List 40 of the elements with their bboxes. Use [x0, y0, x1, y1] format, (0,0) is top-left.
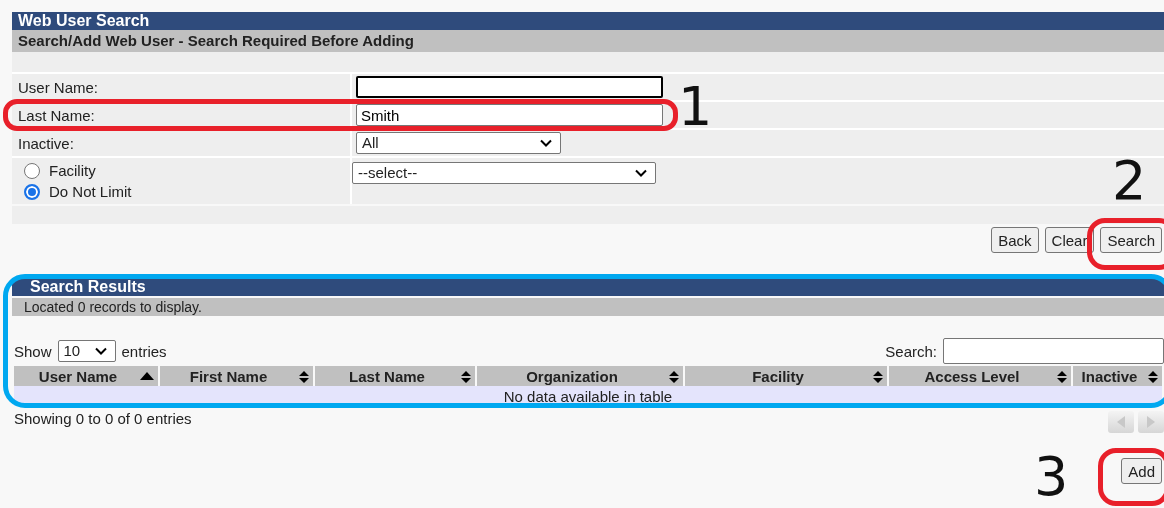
- chevron-icon: [635, 169, 647, 177]
- chevron-icon: [94, 347, 107, 355]
- text-field[interactable]: [356, 76, 663, 98]
- action-button[interactable]: Clear: [1044, 227, 1095, 253]
- column-header[interactable]: User Name: [14, 366, 158, 386]
- field-label: Last Name:: [18, 106, 95, 124]
- empty-table-message: No data available in table: [503, 387, 673, 405]
- show-label: Show: [14, 342, 52, 360]
- add-button[interactable]: Add: [1121, 458, 1162, 484]
- radio-label[interactable]: Facility: [49, 162, 96, 179]
- dropdown[interactable]: All: [356, 132, 561, 154]
- column-header[interactable]: Inactive: [1073, 366, 1162, 386]
- chevron-icon: [540, 139, 552, 147]
- field-label: Inactive:: [18, 134, 74, 152]
- column-header[interactable]: Access Level: [889, 366, 1071, 386]
- entries-label: entries: [121, 342, 167, 360]
- column-header[interactable]: Facility: [685, 366, 887, 386]
- radio-label[interactable]: Do Not Limit: [49, 183, 132, 200]
- action-button[interactable]: Back: [991, 227, 1039, 253]
- column-header[interactable]: First Name: [160, 366, 313, 386]
- radio-button[interactable]: [24, 183, 40, 200]
- left-triangle-icon: [1116, 416, 1126, 428]
- search-label: Search:: [885, 342, 937, 360]
- dropdown[interactable]: --select--: [352, 162, 656, 184]
- annotation-number: 1: [678, 82, 713, 132]
- annotation-number: 2: [1112, 156, 1147, 206]
- column-header[interactable]: Last Name: [315, 366, 475, 386]
- entries-info: Showing 0 to 0 of 0 entries: [14, 410, 192, 427]
- right-triangle-icon: [1146, 416, 1156, 428]
- text-field[interactable]: Smith: [356, 104, 663, 126]
- search-field[interactable]: [943, 338, 1164, 364]
- status-message: Located 0 records to display.: [12, 298, 1164, 316]
- page-size-dropdown[interactable]: 10: [57, 340, 116, 362]
- column-header[interactable]: Organization: [477, 366, 683, 386]
- page-title: Web User Search: [12, 12, 1164, 30]
- action-button[interactable]: Search: [1100, 227, 1162, 253]
- field-label: User Name:: [18, 78, 99, 96]
- section-subtitle: Search/Add Web User - Search Required Before Adding: [12, 30, 1164, 52]
- radio-button[interactable]: [24, 162, 40, 179]
- annotation-number: 3: [1034, 452, 1069, 502]
